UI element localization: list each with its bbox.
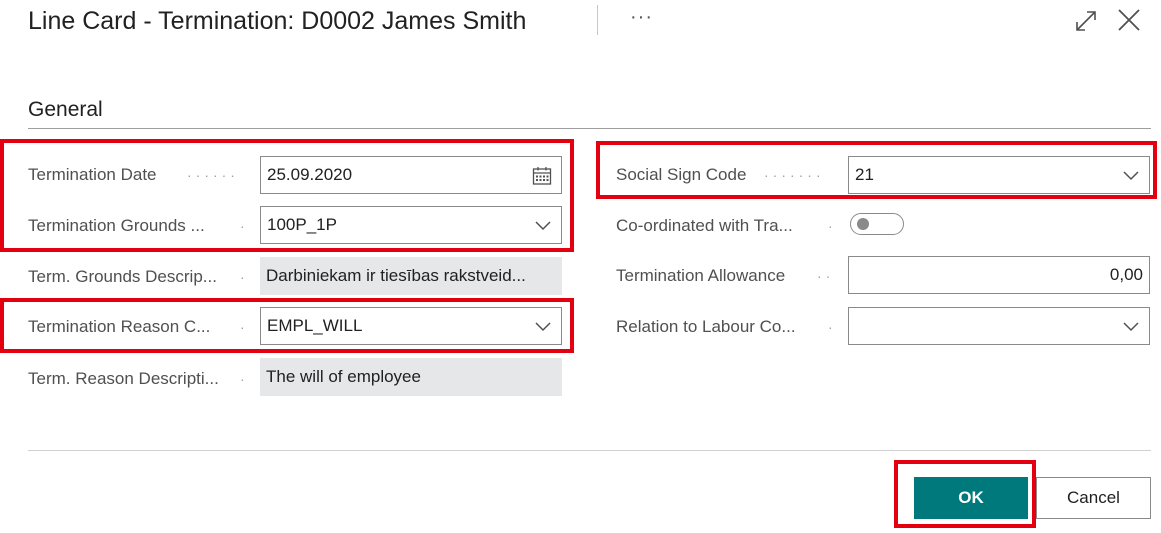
chevron-down-icon[interactable] bbox=[1123, 169, 1139, 181]
termination-reason-code-value: EMPL_WILL bbox=[267, 316, 363, 335]
social-sign-code-label: Social Sign Code bbox=[616, 165, 747, 184]
leader-dots: ······· bbox=[764, 167, 825, 183]
calendar-icon[interactable] bbox=[532, 166, 552, 186]
relation-to-labour-code-label: Relation to Labour Co... bbox=[616, 317, 796, 336]
ok-button[interactable]: OK bbox=[914, 477, 1028, 519]
leader-dots: · bbox=[240, 319, 249, 335]
termination-allowance-label: Termination Allowance bbox=[616, 266, 786, 285]
leader-dots: ·· bbox=[817, 268, 835, 284]
close-icon[interactable] bbox=[1117, 8, 1141, 32]
termination-date-label: Termination Date bbox=[28, 165, 157, 184]
section-divider bbox=[28, 128, 1151, 129]
leader-dots: · bbox=[240, 371, 249, 387]
coordinated-with-trade-union-toggle[interactable] bbox=[850, 213, 904, 235]
leader-dots: · bbox=[828, 218, 837, 234]
leader-dots: · bbox=[240, 218, 249, 234]
section-title-general: General bbox=[28, 98, 103, 121]
cancel-button[interactable]: Cancel bbox=[1036, 477, 1151, 519]
relation-to-labour-code-select[interactable] bbox=[848, 307, 1150, 345]
term-reason-description-field: The will of employee bbox=[260, 358, 562, 396]
title-separator bbox=[597, 5, 598, 35]
chevron-down-icon[interactable] bbox=[535, 320, 551, 332]
social-sign-code-select[interactable]: 21 bbox=[848, 156, 1150, 194]
leader-dots: · bbox=[828, 319, 837, 335]
term-grounds-description-label: Term. Grounds Descrip... bbox=[28, 267, 217, 286]
chevron-down-icon[interactable] bbox=[535, 219, 551, 231]
termination-reason-code-select[interactable]: EMPL_WILL bbox=[260, 307, 562, 345]
termination-reason-code-label: Termination Reason C... bbox=[28, 317, 211, 336]
coordinated-with-trade-union-label: Co-ordinated with Tra... bbox=[616, 216, 793, 235]
dialog-title: Line Card - Termination: D0002 James Smi… bbox=[28, 7, 527, 35]
termination-allowance-input[interactable]: 0,00 bbox=[848, 256, 1150, 294]
social-sign-code-value: 21 bbox=[855, 165, 874, 184]
termination-grounds-value: 100P_1P bbox=[267, 215, 337, 234]
leader-dots: ······ bbox=[187, 167, 239, 183]
term-reason-description-label: Term. Reason Descripti... bbox=[28, 369, 219, 388]
termination-date-field[interactable]: 25.09.2020 bbox=[260, 156, 562, 194]
toggle-knob bbox=[857, 218, 869, 230]
footer-divider bbox=[28, 450, 1151, 451]
termination-grounds-label: Termination Grounds ... bbox=[28, 216, 205, 235]
more-options-button[interactable]: ··· bbox=[630, 2, 653, 32]
expand-icon[interactable] bbox=[1074, 9, 1098, 33]
leader-dots: · bbox=[240, 269, 249, 285]
termination-date-value: 25.09.2020 bbox=[267, 165, 353, 184]
term-grounds-description-field: Darbiniekam ir tiesības rakstveid... bbox=[260, 257, 562, 295]
chevron-down-icon[interactable] bbox=[1123, 320, 1139, 332]
termination-grounds-select[interactable]: 100P_1P bbox=[260, 206, 562, 244]
